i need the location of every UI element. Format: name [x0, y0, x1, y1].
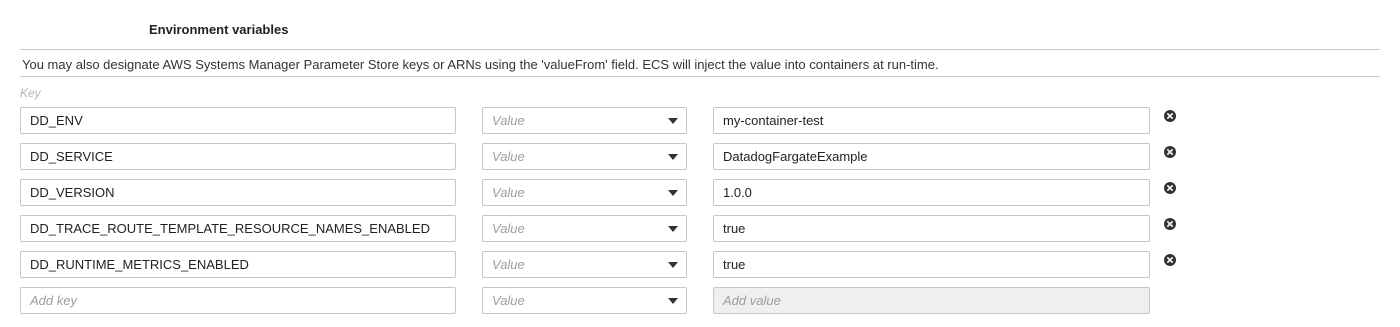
- value-input[interactable]: true: [713, 251, 1150, 278]
- value-type-selected: Value: [492, 113, 525, 128]
- value-type-selected: Value: [492, 185, 525, 200]
- remove-circle-icon[interactable]: [1164, 110, 1176, 122]
- info-text: You may also designate AWS Systems Manag…: [22, 57, 939, 72]
- add-key-input[interactable]: Add key: [20, 287, 456, 314]
- caret-down-icon: [668, 118, 678, 124]
- value-type-selected: Value: [492, 221, 525, 236]
- value-input[interactable]: true: [713, 215, 1150, 242]
- caret-down-icon: [668, 190, 678, 196]
- caret-down-icon: [668, 154, 678, 160]
- key-input[interactable]: DD_ENV: [20, 107, 456, 134]
- caret-down-icon: [668, 298, 678, 304]
- value-type-select[interactable]: Value: [482, 107, 687, 134]
- value-type-selected: Value: [492, 149, 525, 164]
- remove-circle-icon[interactable]: [1164, 182, 1176, 194]
- env-var-row: DD_RUNTIME_METRICS_ENABLED Value true: [0, 251, 1400, 279]
- info-banner: You may also designate AWS Systems Manag…: [20, 49, 1380, 77]
- env-var-row: DD_TRACE_ROUTE_TEMPLATE_RESOURCE_NAMES_E…: [0, 215, 1400, 243]
- value-type-select[interactable]: Value: [482, 215, 687, 242]
- env-var-row: DD_SERVICE Value DatadogFargateExample: [0, 143, 1400, 171]
- remove-circle-icon[interactable]: [1164, 218, 1176, 230]
- value-type-selected: Value: [492, 293, 525, 308]
- add-value-input[interactable]: Add value: [713, 287, 1150, 314]
- value-type-select[interactable]: Value: [482, 179, 687, 206]
- key-input[interactable]: DD_SERVICE: [20, 143, 456, 170]
- key-column-header: Key: [20, 86, 41, 100]
- remove-circle-icon[interactable]: [1164, 146, 1176, 158]
- value-type-select[interactable]: Value: [482, 143, 687, 170]
- key-input[interactable]: DD_TRACE_ROUTE_TEMPLATE_RESOURCE_NAMES_E…: [20, 215, 456, 242]
- caret-down-icon: [668, 262, 678, 268]
- remove-circle-icon[interactable]: [1164, 254, 1176, 266]
- key-input[interactable]: DD_RUNTIME_METRICS_ENABLED: [20, 251, 456, 278]
- value-type-select[interactable]: Value: [482, 251, 687, 278]
- value-input[interactable]: my-container-test: [713, 107, 1150, 134]
- env-var-row: DD_VERSION Value 1.0.0: [0, 179, 1400, 207]
- caret-down-icon: [668, 226, 678, 232]
- new-env-var-row: Add key Value Add value: [0, 287, 1400, 315]
- env-var-row: DD_ENV Value my-container-test: [0, 107, 1400, 135]
- key-input[interactable]: DD_VERSION: [20, 179, 456, 206]
- value-type-selected: Value: [492, 257, 525, 272]
- value-input[interactable]: 1.0.0: [713, 179, 1150, 206]
- value-type-select[interactable]: Value: [482, 287, 687, 314]
- value-input[interactable]: DatadogFargateExample: [713, 143, 1150, 170]
- section-title: Environment variables: [149, 22, 289, 37]
